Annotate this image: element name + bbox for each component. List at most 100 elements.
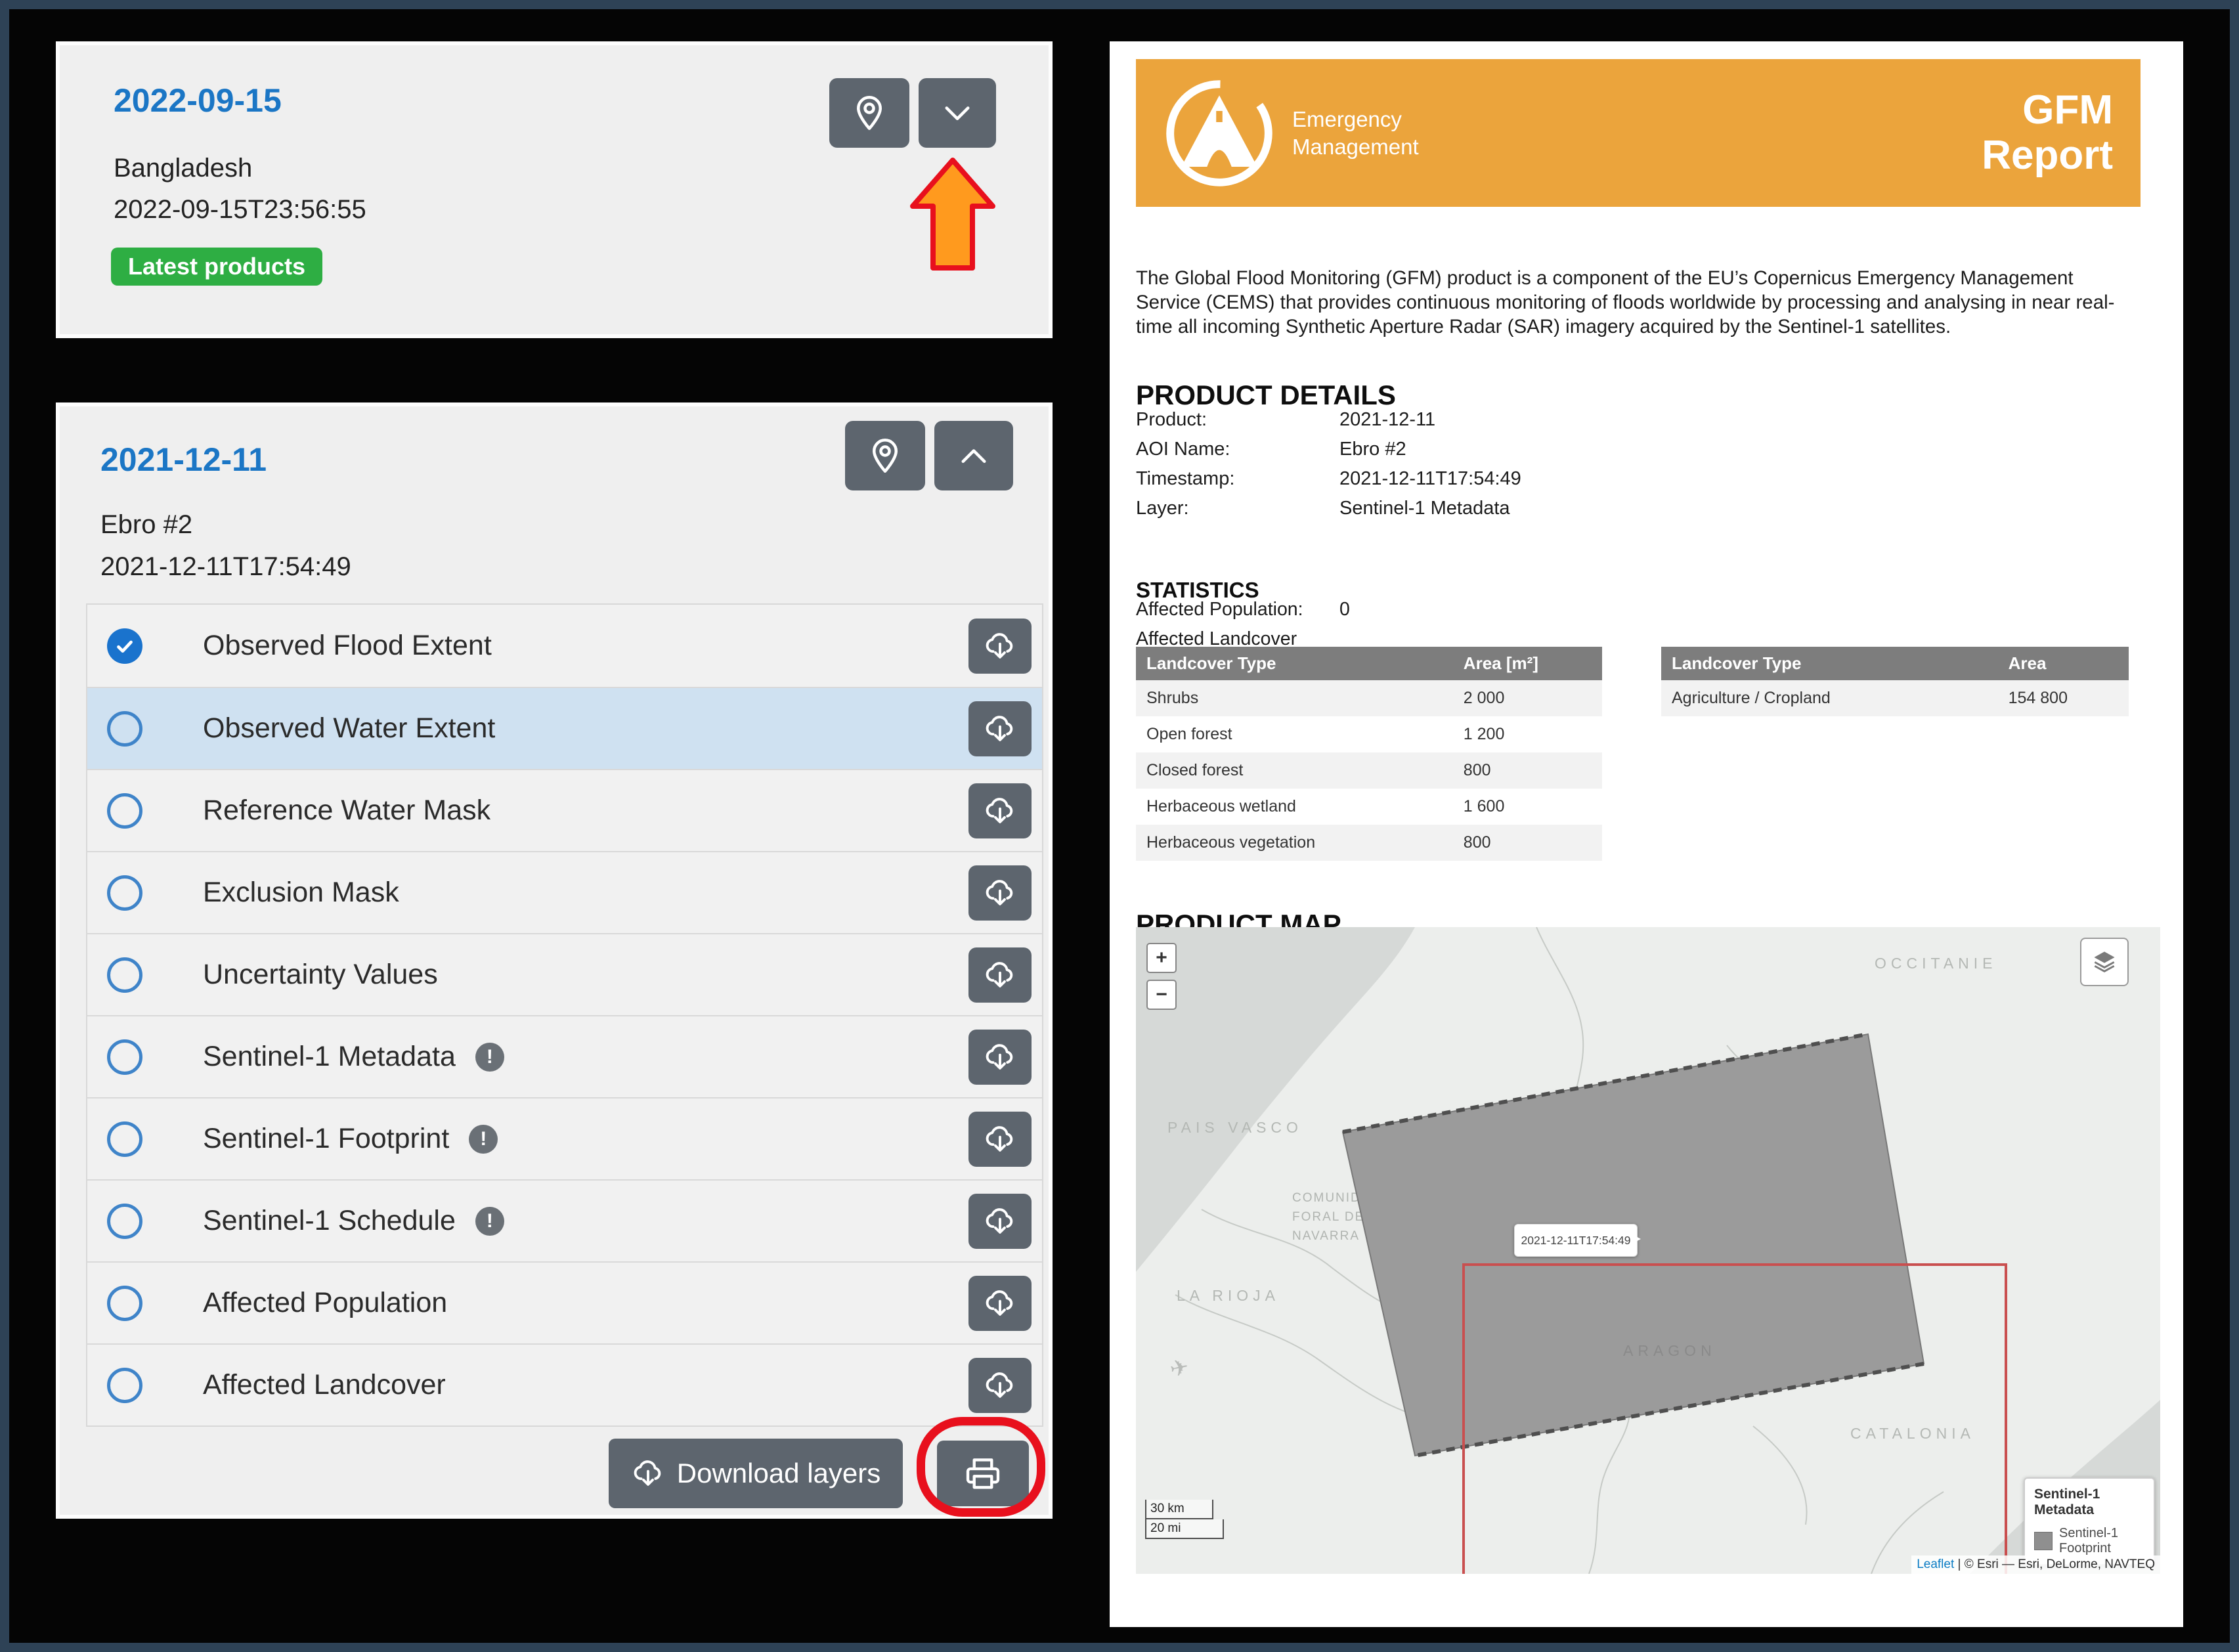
download-layer-button[interactable] (968, 701, 1032, 756)
radio-unchecked-icon[interactable] (107, 711, 142, 747)
column-header: Landcover Type (1661, 647, 1998, 680)
legend-title: Sentinel-1 Metadata (2034, 1487, 2144, 1518)
layer-row[interactable]: Observed Water Extent (87, 687, 1042, 769)
radio-unchecked-icon[interactable] (107, 1204, 142, 1239)
download-layer-button[interactable] (968, 947, 1032, 1003)
landcover-table-right: Landcover Type Area Agriculture / Cropla… (1661, 647, 2129, 716)
layer-row[interactable]: Observed Flood Extent (87, 605, 1042, 687)
cloud-download-icon (983, 876, 1017, 910)
radio-unchecked-icon[interactable] (107, 875, 142, 911)
location-pin-icon (850, 93, 889, 133)
layer-label: Sentinel-1 Footprint (203, 1123, 449, 1155)
detail-value: 2021-12-11 (1339, 409, 1435, 430)
locate-on-map-button[interactable] (829, 78, 909, 148)
report-title: GFM Report (1982, 88, 2113, 177)
column-header: Landcover Type (1136, 647, 1453, 680)
map-attribution: Leaflet | © Esri — Esri, DeLorme, NAVTEQ (1911, 1555, 2160, 1574)
layer-label: Uncertainty Values (203, 959, 438, 991)
layer-row[interactable]: Sentinel-1 Footprint ! (87, 1097, 1042, 1179)
layer-label: Affected Population (203, 1287, 447, 1319)
product-date-title[interactable]: 2021-12-11 (100, 441, 267, 479)
chevron-down-icon (938, 93, 977, 133)
affected-population-line: Affected Population:0 (1136, 599, 1350, 620)
cloud-download-icon (983, 794, 1017, 828)
map-zoom-control: + − (1146, 943, 1177, 1016)
download-layer-button[interactable] (968, 1276, 1032, 1331)
radio-unchecked-icon[interactable] (107, 957, 142, 993)
detail-label: Layer: (1136, 498, 1339, 519)
map-scale-control: 30 km 20 mi (1145, 1500, 1224, 1539)
cloud-download-icon (983, 1122, 1017, 1156)
product-map[interactable]: COMUNIDAD FORAL DE NAVARRA ✈ OCCITANIE P… (1136, 927, 2160, 1574)
layer-row[interactable]: Sentinel-1 Metadata ! (87, 1015, 1042, 1097)
expand-card-button[interactable] (919, 78, 996, 148)
radio-unchecked-icon[interactable] (107, 793, 142, 829)
download-layer-button[interactable] (968, 1112, 1032, 1167)
download-layers-button[interactable]: Download layers (609, 1439, 903, 1508)
cloud-download-icon (983, 1204, 1017, 1238)
leaflet-link[interactable]: Leaflet (1917, 1557, 1954, 1571)
annotation-red-circle (917, 1417, 1045, 1517)
radio-checked-icon[interactable] (107, 628, 142, 664)
cloud-download-icon (631, 1456, 665, 1490)
download-layer-button[interactable] (968, 865, 1032, 921)
layer-row[interactable]: Reference Water Mask (87, 769, 1042, 851)
cloud-download-icon (983, 629, 1017, 663)
column-header: Area [m²] (1453, 647, 1602, 680)
product-details-heading: PRODUCT DETAILS (1136, 380, 1396, 411)
layers-icon (2090, 947, 2119, 976)
layer-label: Reference Water Mask (203, 794, 490, 827)
detail-label: Timestamp: (1136, 468, 1339, 490)
product-date-title[interactable]: 2022-09-15 (114, 81, 282, 120)
cloud-download-icon (983, 1040, 1017, 1074)
scale-mi: 20 mi (1145, 1519, 1224, 1539)
radio-unchecked-icon[interactable] (107, 1121, 142, 1157)
table-row: Agriculture / Cropland154 800 (1661, 680, 2129, 716)
table-row: Closed forest800 (1136, 752, 1602, 789)
table-row: Open forest1 200 (1136, 716, 1602, 752)
layer-row[interactable]: Affected Population (87, 1261, 1042, 1343)
download-layer-button[interactable] (968, 1358, 1032, 1413)
map-legend: Sentinel-1 Metadata Sentinel-1 Footprint (2024, 1477, 2155, 1565)
location-pin-icon (865, 436, 905, 475)
detail-value: Sentinel-1 Metadata (1339, 498, 1510, 519)
cloud-download-icon (983, 958, 1017, 992)
chevron-up-icon (954, 436, 993, 475)
zoom-out-button[interactable]: − (1146, 980, 1177, 1010)
annotation-arrow-icon (910, 158, 995, 271)
layer-row[interactable]: Affected Landcover (87, 1343, 1042, 1425)
product-card-latest: 2022-09-15 Bangladesh 2022-09-15T23:56:5… (56, 41, 1053, 338)
screenshot-frame: 2022-09-15 Bangladesh 2022-09-15T23:56:5… (0, 0, 2239, 1652)
collapse-card-button[interactable] (934, 421, 1013, 490)
layer-row[interactable]: Exclusion Mask (87, 851, 1042, 933)
layer-row[interactable]: Uncertainty Values (87, 933, 1042, 1015)
layer-row[interactable]: Sentinel-1 Schedule ! (87, 1179, 1042, 1261)
map-label-aragon: ARAGON (1623, 1342, 1716, 1360)
report-header: Emergency Management GFM Report (1136, 59, 2141, 207)
landcover-table-left: Landcover Type Area [m²] Shrubs2 000 Ope… (1136, 647, 1602, 861)
download-layer-button[interactable] (968, 619, 1032, 674)
locate-on-map-button[interactable] (845, 421, 925, 490)
cloud-download-icon (983, 712, 1017, 746)
scale-km: 30 km (1145, 1500, 1213, 1519)
footprint-swatch-icon (2034, 1532, 2053, 1550)
layer-label: Observed Water Extent (203, 712, 495, 745)
radio-unchecked-icon[interactable] (107, 1039, 142, 1075)
download-layer-button[interactable] (968, 1030, 1032, 1085)
table-row: Shrubs2 000 (1136, 680, 1602, 716)
product-details-list: Product:2021-12-11 AOI Name:Ebro #2 Time… (1136, 409, 1521, 527)
map-layers-button[interactable] (2080, 938, 2129, 986)
detail-value: Ebro #2 (1339, 439, 1406, 460)
emergency-management-logo-icon (1163, 77, 1275, 189)
map-overlays (1136, 927, 2160, 1574)
radio-unchecked-icon[interactable] (107, 1286, 142, 1321)
detail-label: AOI Name: (1136, 439, 1339, 460)
download-layer-button[interactable] (968, 783, 1032, 838)
legend-item: Sentinel-1 Footprint (2034, 1526, 2144, 1556)
cloud-download-icon (983, 1286, 1017, 1320)
column-header: Area (1998, 647, 2129, 680)
download-layer-button[interactable] (968, 1194, 1032, 1249)
radio-unchecked-icon[interactable] (107, 1368, 142, 1403)
warning-icon: ! (469, 1125, 498, 1154)
zoom-in-button[interactable]: + (1146, 943, 1177, 973)
